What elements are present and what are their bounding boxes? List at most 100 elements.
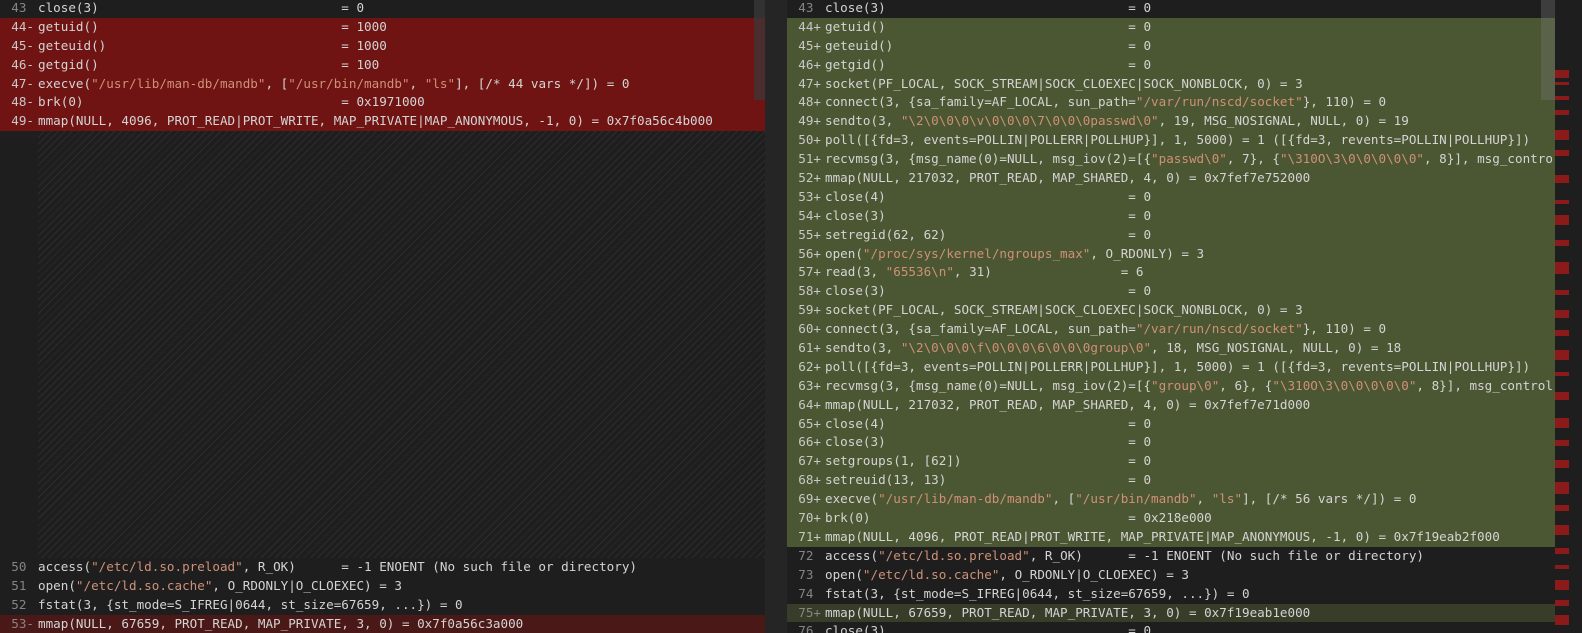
right-line-52[interactable]: 52+ mmap(NULL, 217032, PROT_READ, MAP_SHA… (787, 169, 1569, 188)
line-number: 56+ (798, 245, 821, 261)
line-code: close(3) = 0 (825, 283, 1152, 299)
right-line-62[interactable]: 62+ poll([{fd=3, events=POLLIN|POLLERR|PO… (787, 357, 1569, 377)
line-code: setreuid(13, 13) = 0 (825, 472, 1152, 488)
overview-change-marker (1555, 215, 1569, 225)
right-line-75[interactable]: 75+ mmap(NULL, 67659, PROT_READ, MAP_PRIV… (787, 603, 1569, 623)
line-code: mmap(NULL, 217032, PROT_READ, MAP_SHARED… (825, 170, 1311, 186)
right-line-74[interactable]: 74 fstat(3, {st_mode=S_IFREG|0644, st_si… (787, 585, 1569, 604)
right-line-54[interactable]: 54+ close(3) = 0 (787, 206, 1569, 226)
right-line-47[interactable]: 47+ socket(PF_LOCAL, SOCK_STREAM|SOCK_CLO… (787, 74, 1569, 94)
right-line-44[interactable]: 44+ getuid() = 0 (787, 17, 1569, 37)
overview-change-marker (1555, 130, 1569, 140)
right-line-71[interactable]: 71+ mmap(NULL, 4096, PROT_READ|PROT_WRITE… (787, 527, 1569, 547)
right-line-49[interactable]: 49+ sendto(3, "\2\0\0\0\v\0\0\0\7\0\0\0pa… (787, 112, 1569, 132)
vertical-scrollbar[interactable] (1569, 0, 1582, 633)
diff-overview-ruler[interactable] (1555, 0, 1569, 633)
left-line-46[interactable]: 46- getgid() = 100 (0, 55, 765, 75)
right-line-65[interactable]: 65+ close(4) = 0 (787, 414, 1569, 434)
line-number: 54+ (798, 207, 821, 223)
original-lines: 43 close(3) = 0 44- getuid() = 1000 45- gete… (0, 0, 765, 633)
diff-divider[interactable] (765, 0, 787, 633)
line-number: 76 (798, 623, 821, 633)
right-line-70[interactable]: 70+ brk(0) = 0x218e000 (787, 509, 1569, 528)
left-line-45[interactable]: 45- geteuid() = 1000 (0, 36, 765, 56)
line-number: 44+ (798, 18, 821, 34)
left-line-53[interactable]: 53- mmap(NULL, 67659, PROT_READ, MAP_PRIV… (0, 614, 765, 633)
overview-change-marker (1555, 580, 1569, 590)
overview-change-marker (1555, 505, 1569, 511)
line-code: poll([{fd=3, events=POLLIN|POLLERR|POLLH… (825, 132, 1531, 148)
right-line-73[interactable]: 73 open("/etc/ld.so.cache", O_RDONLY|O_C… (787, 566, 1569, 585)
line-code: execve("/usr/lib/man-db/mandb", ["/usr/b… (825, 491, 1417, 507)
line-number: 51+ (798, 151, 821, 167)
left-line-44[interactable]: 44- getuid() = 1000 (0, 17, 765, 37)
line-number: 65+ (798, 415, 821, 431)
right-line-53[interactable]: 53+ close(4) = 0 (787, 187, 1569, 207)
line-code: sendto(3, "\2\0\0\0\v\0\0\0\7\0\0\0passw… (825, 113, 1409, 129)
line-number: 51 (11, 578, 34, 594)
line-number: 43 (11, 0, 34, 15)
left-line-43[interactable]: 43 close(3) = 0 (0, 0, 765, 18)
original-editor-pane[interactable]: 43 close(3) = 0 44- getuid() = 1000 45- gete… (0, 0, 765, 633)
line-number: 46+ (798, 56, 821, 72)
overview-change-marker (1555, 175, 1569, 183)
line-number: 49- (11, 113, 34, 129)
overview-change-marker (1555, 372, 1569, 376)
line-number: 50 (11, 559, 34, 575)
right-line-63[interactable]: 63+ recvmsg(3, {msg_name(0)=NULL, msg_iov… (787, 376, 1569, 396)
diff-filler-hatch (38, 131, 765, 559)
line-code: sendto(3, "\2\0\0\0\f\0\0\0\6\0\0\0group… (825, 340, 1402, 356)
left-line-48[interactable]: 48- brk(0) = 0x1971000 (0, 93, 765, 113)
right-line-51[interactable]: 51+ recvmsg(3, {msg_name(0)=NULL, msg_iov… (787, 150, 1569, 170)
line-code: connect(3, {sa_family=AF_LOCAL, sun_path… (825, 94, 1387, 110)
line-number: 59+ (798, 302, 821, 318)
line-number: 46- (11, 56, 34, 72)
right-line-67[interactable]: 67+ setgroups(1, [62]) = 0 (787, 452, 1569, 472)
line-code: fstat(3, {st_mode=S_IFREG|0644, st_size=… (38, 597, 463, 613)
line-code: close(4) = 0 (825, 415, 1152, 431)
right-line-58[interactable]: 58+ close(3) = 0 (787, 282, 1569, 302)
right-line-45[interactable]: 45+ geteuid() = 0 (787, 36, 1569, 56)
right-line-66[interactable]: 66+ close(3) = 0 (787, 433, 1569, 453)
line-number: 52 (11, 597, 34, 613)
line-number: 74 (798, 585, 821, 601)
line-code: mmap(NULL, 4096, PROT_READ|PROT_WRITE, M… (825, 528, 1500, 544)
left-line-49[interactable]: 49- mmap(NULL, 4096, PROT_READ|PROT_WRITE… (0, 112, 765, 132)
right-line-55[interactable]: 55+ setregid(62, 62) = 0 (787, 225, 1569, 245)
right-line-72[interactable]: 72 access("/etc/ld.so.preload", R_OK) = … (787, 547, 1569, 566)
right-line-64[interactable]: 64+ mmap(NULL, 217032, PROT_READ, MAP_SHA… (787, 395, 1569, 415)
line-number: 68+ (798, 472, 821, 488)
right-line-57[interactable]: 57+ read(3, "65536\n", 31) = 6 (787, 263, 1569, 283)
right-line-43[interactable]: 43 close(3) = 0 (787, 0, 1569, 18)
line-code: getgid() = 100 (38, 56, 380, 72)
right-line-76[interactable]: 76 close(3) = 0 (787, 622, 1569, 633)
overview-change-marker (1555, 548, 1569, 554)
right-scrollbar-slider[interactable] (1541, 0, 1555, 100)
right-line-60[interactable]: 60+ connect(3, {sa_family=AF_LOCAL, sun_p… (787, 320, 1569, 340)
right-line-50[interactable]: 50+ poll([{fd=3, events=POLLIN|POLLERR|PO… (787, 131, 1569, 151)
right-line-68[interactable]: 68+ setreuid(13, 13) = 0 (787, 471, 1569, 491)
right-line-46[interactable]: 46+ getgid() = 0 (787, 55, 1569, 75)
line-code: recvmsg(3, {msg_name(0)=NULL, msg_iov(2)… (825, 377, 1553, 393)
overview-change-marker (1555, 70, 1569, 78)
overview-change-marker (1555, 200, 1569, 204)
line-code: close(3) = 0 (825, 434, 1152, 450)
left-line-50[interactable]: 50 access("/etc/ld.so.preload", R_OK) = … (0, 558, 765, 577)
line-number: 75+ (798, 604, 821, 620)
modified-editor-pane[interactable]: 43 close(3) = 0 44+ getuid() = 0 45+ geteuid… (787, 0, 1569, 633)
right-line-48[interactable]: 48+ connect(3, {sa_family=AF_LOCAL, sun_p… (787, 93, 1569, 113)
overview-change-marker (1555, 290, 1569, 295)
left-line-52[interactable]: 52 fstat(3, {st_mode=S_IFREG|0644, st_si… (0, 596, 765, 615)
right-line-59[interactable]: 59+ socket(PF_LOCAL, SOCK_STREAM|SOCK_CLO… (787, 301, 1569, 321)
right-line-69[interactable]: 69+ execve("/usr/lib/man-db/mandb", ["/us… (787, 490, 1569, 510)
left-line-51[interactable]: 51 open("/etc/ld.so.cache", O_RDONLY|O_C… (0, 577, 765, 596)
line-code: mmap(NULL, 4096, PROT_READ|PROT_WRITE, M… (38, 113, 713, 129)
overview-change-marker (1555, 460, 1569, 468)
right-line-56[interactable]: 56+ open("/proc/sys/kernel/ngroups_max", … (787, 244, 1569, 264)
line-number: 64+ (798, 396, 821, 412)
line-number: 49+ (798, 113, 821, 129)
right-line-61[interactable]: 61+ sendto(3, "\2\0\0\0\f\0\0\0\6\0\0\0gr… (787, 339, 1569, 358)
left-line-47[interactable]: 47- execve("/usr/lib/man-db/mandb", ["/us… (0, 74, 765, 94)
line-code: close(3) = 0 (825, 623, 1152, 633)
left-scrollbar-slider[interactable] (754, 0, 765, 100)
